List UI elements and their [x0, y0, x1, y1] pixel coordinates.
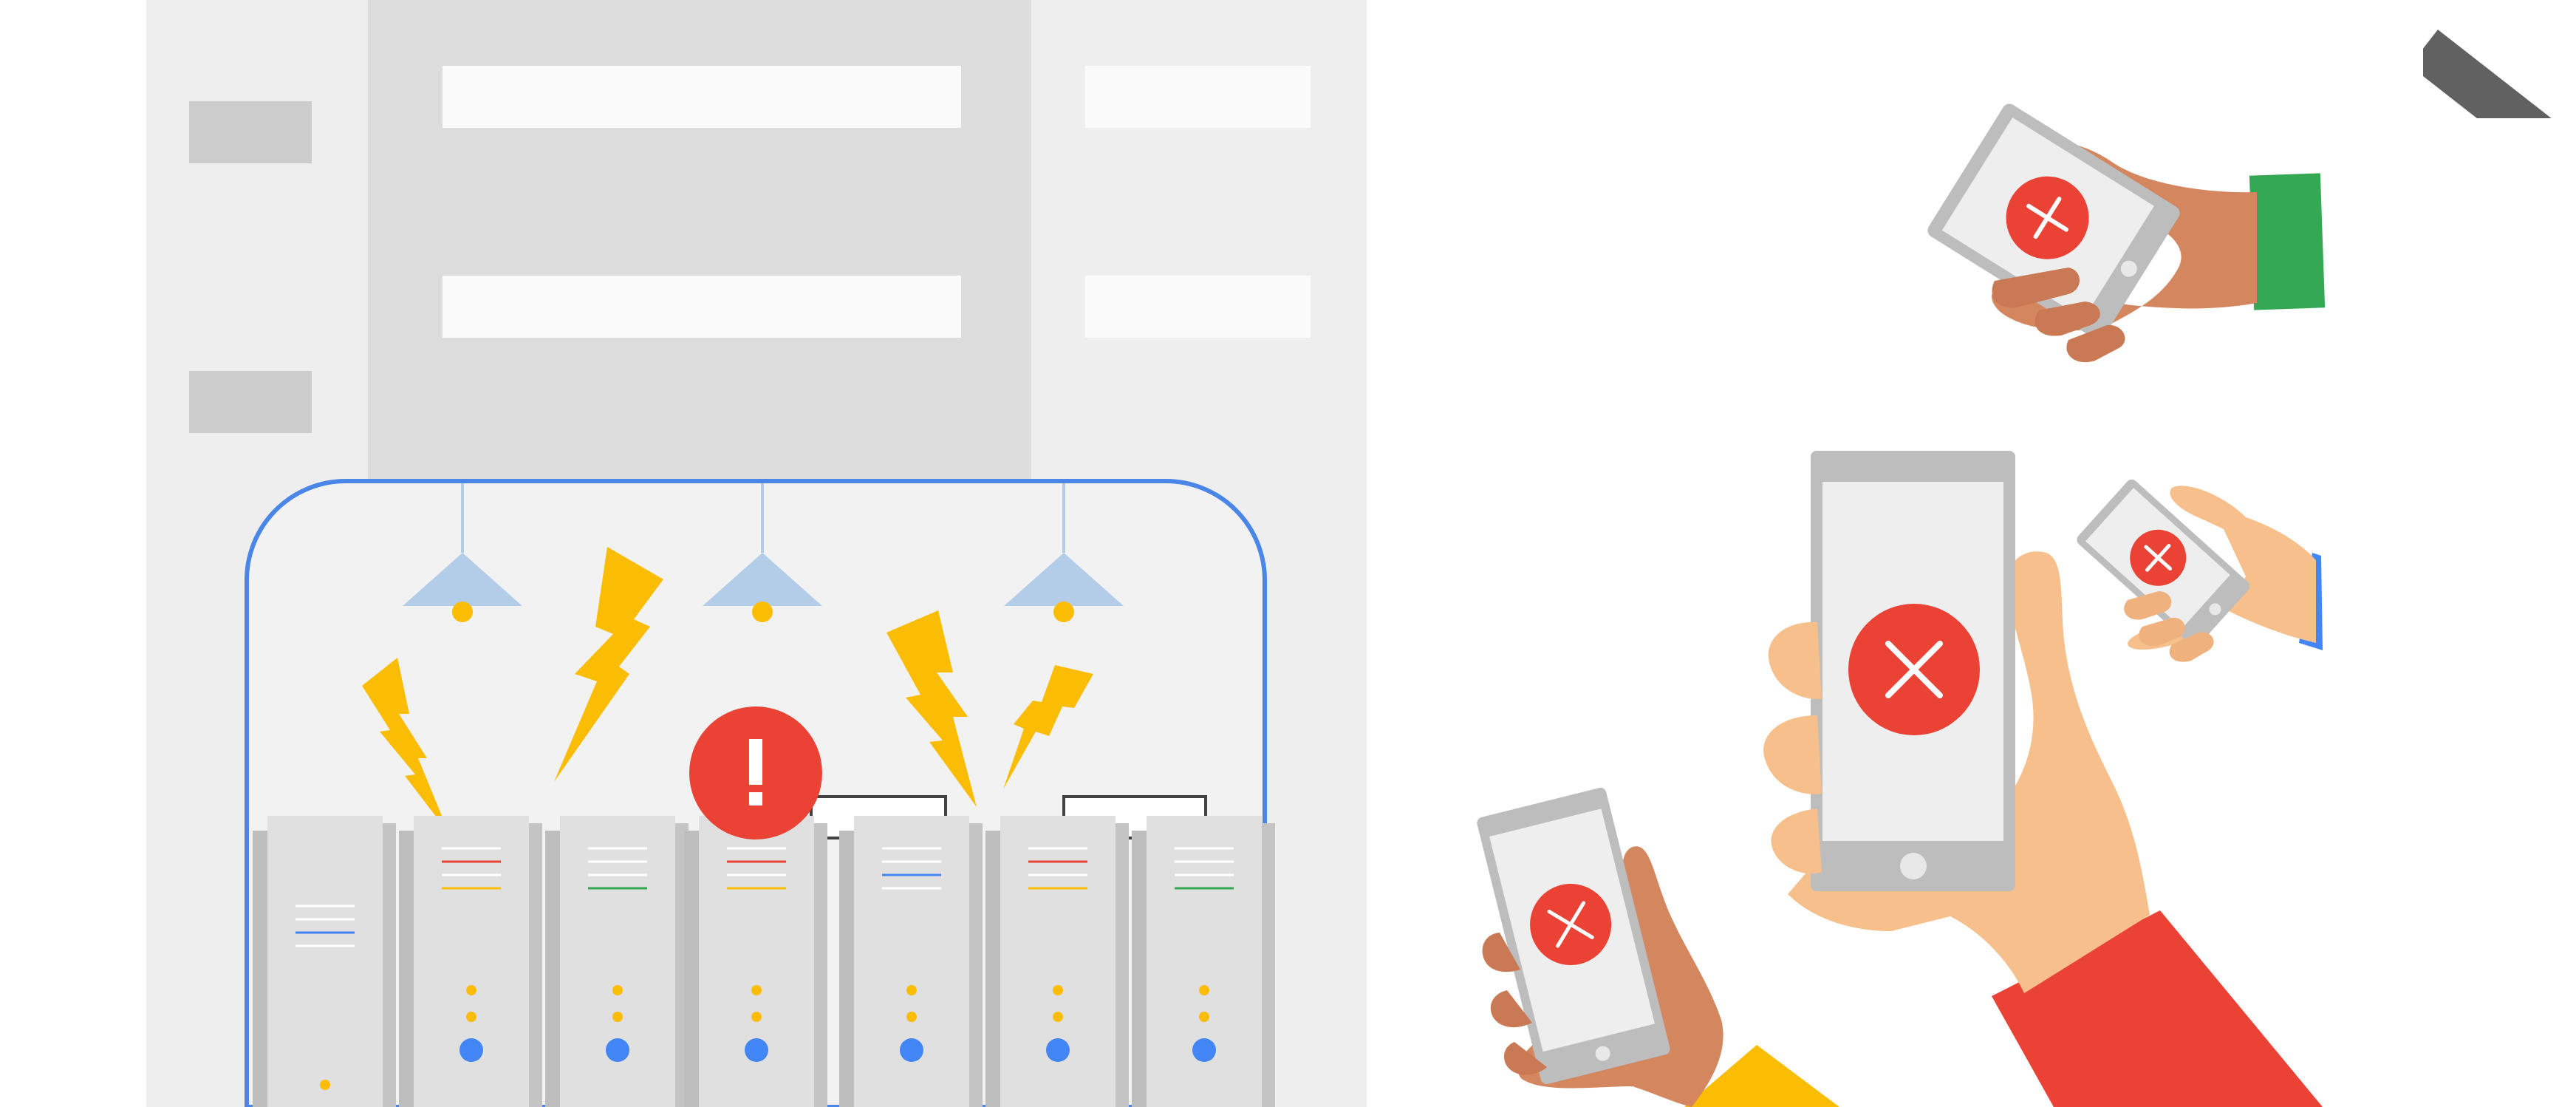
- server-rack-edge: [529, 823, 542, 1107]
- hand-phone-right: [2077, 479, 2323, 662]
- server-rack-edge: [1262, 823, 1275, 1107]
- server-status-dot: [751, 1012, 762, 1022]
- server-status-dot: [612, 985, 623, 995]
- server-status-dot: [906, 1012, 917, 1022]
- server-rack-body: [699, 816, 814, 1107]
- building-window: [189, 101, 312, 163]
- server-rack: [545, 816, 689, 1107]
- server-rack-body: [854, 816, 969, 1107]
- server-rack-side: [545, 831, 561, 1107]
- server-rack-side: [399, 831, 415, 1107]
- building-window: [1085, 66, 1311, 128]
- server-room: [245, 479, 1275, 1107]
- server-power-dot: [606, 1038, 629, 1062]
- exclamation-icon: [749, 739, 762, 785]
- server-rack: [1132, 816, 1275, 1107]
- building-window: [443, 276, 961, 338]
- server-rack-edge: [814, 823, 827, 1107]
- server-rack-side: [253, 831, 269, 1107]
- server-rack: [253, 816, 396, 1107]
- server-status-dot: [466, 985, 476, 995]
- server-status-dot: [612, 1012, 623, 1022]
- server-power-dot: [1046, 1038, 1070, 1062]
- illustration-canvas: Do n: [0, 0, 2576, 1107]
- server-rack-side: [985, 831, 1002, 1107]
- phone-home-button: [1900, 853, 1927, 879]
- hand-phone-top: [1927, 103, 2326, 363]
- server-rack-body: [560, 816, 675, 1107]
- server-rack-edge: [383, 823, 396, 1107]
- exclamation-dot: [749, 792, 762, 805]
- server-status-dot: [751, 985, 762, 995]
- server-rack-edge: [1116, 823, 1129, 1107]
- server-rack: [684, 816, 827, 1107]
- server-status-dot: [466, 1012, 476, 1022]
- outage-illustration: [146, 0, 2326, 1107]
- server-rack-body: [267, 816, 383, 1107]
- corner-ribbon-label: Do n: [2519, 59, 2569, 104]
- server-power-dot: [459, 1038, 483, 1062]
- corner-ribbon: Do n: [2423, 0, 2576, 118]
- server-rack-body: [414, 816, 529, 1107]
- server-status-dot: [1053, 1012, 1063, 1022]
- server-status-dot: [320, 1080, 330, 1090]
- sleeve-green: [2249, 173, 2326, 310]
- server-rack-edge: [969, 823, 983, 1107]
- server-status-dot: [1199, 985, 1209, 995]
- server-rack: [839, 816, 983, 1107]
- building-window: [189, 371, 312, 433]
- server-power-dot: [745, 1038, 768, 1062]
- server-racks: [253, 816, 1275, 1107]
- server-rack-side: [684, 831, 700, 1107]
- building-window: [443, 66, 961, 128]
- server-rack-side: [1132, 831, 1148, 1107]
- server-rack-body: [1147, 816, 1262, 1107]
- server-status-dot: [1053, 985, 1063, 995]
- server-rack: [399, 816, 542, 1107]
- building-window: [1085, 276, 1311, 338]
- server-status-dot: [906, 985, 917, 995]
- fingers-center: [1763, 621, 1822, 874]
- server-rack-side: [839, 831, 855, 1107]
- server-rack: [985, 816, 1129, 1107]
- server-status-dot: [1199, 1012, 1209, 1022]
- server-alert-badge: [689, 706, 822, 839]
- server-rack-body: [1000, 816, 1116, 1107]
- server-power-dot: [1192, 1038, 1216, 1062]
- server-power-dot: [900, 1038, 923, 1062]
